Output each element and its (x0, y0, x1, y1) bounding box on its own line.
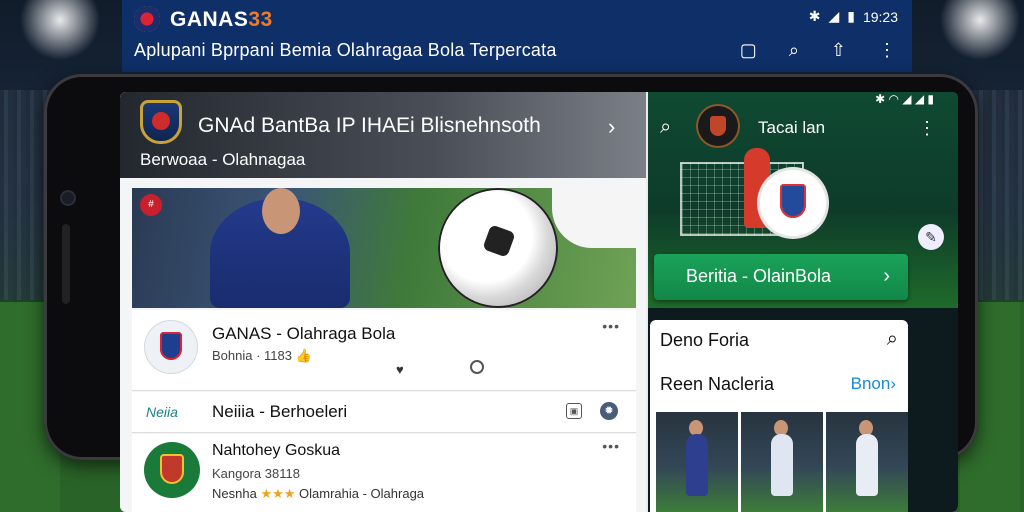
comment-icon[interactable] (470, 360, 484, 374)
bookmark-icon[interactable]: ▣ (566, 403, 582, 419)
player-thumbnail[interactable] (656, 412, 738, 512)
chat-icon[interactable]: ▢ (740, 40, 757, 61)
search-icon[interactable]: ⌕ (660, 116, 671, 139)
player-thumbnail[interactable] (826, 412, 908, 512)
see-more-label: Bnon (850, 374, 891, 393)
brand-title: GANAS33 (170, 8, 273, 32)
demo-subtitle: Reen Nacleria (660, 374, 775, 394)
chevron-right-icon: › (883, 265, 890, 287)
phone-screen: GNAd BantBa IP IHAEi Blisnehnsoth › Berw… (120, 92, 958, 512)
status-bar: ✱ ◢ ▮ 19:23 (809, 8, 898, 25)
speaker-grille (62, 224, 70, 304)
category-tag: Neiia (146, 404, 178, 420)
footer-prefix: Nesnha (212, 486, 257, 501)
match-card[interactable]: ⌕ Tacai lan ✱ ◠ ◢ ◢ ▮ ⋮ ✎ Beritia - Olai… (648, 92, 958, 308)
bluetooth-icon: ✱ (808, 8, 821, 24)
list-item-title: Neiiia - Berhoeleri (212, 402, 348, 421)
left-header-title: GNAd BantBa IP IHAEi Blisnehnsoth (198, 114, 541, 137)
cta-button[interactable]: Beritia - OlainBola › (654, 254, 908, 300)
player-head (262, 188, 300, 234)
more-vertical-icon[interactable]: ⋮ (878, 40, 896, 61)
clock: 19:23 (862, 8, 898, 25)
right-panel: ⌕ Tacai lan ✱ ◠ ◢ ◢ ▮ ⋮ ✎ Beritia - Olai… (648, 92, 958, 512)
player-kit (770, 434, 793, 496)
left-panel: GNAd BantBa IP IHAEi Blisnehnsoth › Berw… (120, 92, 646, 512)
list-item[interactable]: Neiia Neiiia - Berhoeleri ▣ ✹ (132, 392, 636, 433)
club-avatar (144, 442, 200, 498)
list-item-footer: Nesnha ★★★ Olamrahia - Olahraga (212, 486, 424, 502)
app-bar-actions: ▢ ⌕ ⇧ ⋮ (740, 40, 896, 61)
club-avatar (144, 320, 198, 374)
more-horizontal-icon[interactable]: ••• (602, 318, 620, 334)
soccer-ball-icon (438, 188, 558, 308)
app-subtitle: Aplupani Bprpani Bemia Olahragaa Bola Te… (134, 40, 557, 60)
settings-icon[interactable]: ✹ (600, 402, 618, 420)
team-emblem (760, 170, 826, 236)
search-icon[interactable]: ⌕ (887, 328, 898, 351)
demo-title: Deno Foria (660, 330, 750, 350)
list-item[interactable]: Nahtohey Goskua Kangora 38118 Nesnha ★★★… (132, 434, 636, 512)
hero-banner[interactable]: # (132, 188, 636, 308)
share-icon[interactable]: ⇧ (831, 40, 846, 61)
search-icon[interactable]: ⌕ (789, 40, 799, 61)
more-horizontal-icon[interactable]: ••• (602, 438, 620, 454)
player-thumbnails (656, 412, 908, 512)
brand-prefix: GANAS (170, 8, 249, 31)
like-icon[interactable]: ♥ (396, 362, 404, 377)
signal-icon: ◢ (828, 8, 840, 24)
player-kit (685, 434, 708, 496)
list-item-title: Nahtohey Goskua (212, 442, 341, 459)
see-more-link[interactable]: Bnon› (851, 374, 896, 394)
list-item-meta: Bohnia · 1183 👍 (212, 348, 312, 364)
thumbs-up-icon: 👍 (295, 348, 312, 363)
camera-icon (62, 192, 74, 204)
app-bar: GANAS33 ✱ ◢ ▮ 19:23 Aplupani Bprpani Bem… (122, 0, 912, 72)
club-crest-icon (140, 100, 182, 144)
list-item-meta: Kangora 38118 (212, 466, 300, 481)
cta-label: Beritia - OlainBola (686, 266, 832, 286)
status-icons: ✱ ◠ ◢ ◢ ▮ (875, 92, 934, 106)
list-item-title: GANAS - Olahraga Bola (212, 324, 396, 343)
more-vertical-icon[interactable]: ⋮ (918, 118, 936, 139)
player-thumbnail[interactable] (741, 412, 823, 512)
match-card-title: Tacai lan (758, 118, 826, 137)
left-header-subtitle: Berwoaa - Olahnagaa (140, 150, 306, 169)
chevron-right-icon[interactable]: › (608, 114, 615, 140)
edit-icon[interactable]: ✎ (918, 224, 944, 250)
rating-stars-icon: ★★★ (260, 486, 296, 501)
phone-frame: GNAd BantBa IP IHAEi Blisnehnsoth › Berw… (44, 74, 978, 512)
left-header: GNAd BantBa IP IHAEi Blisnehnsoth › Berw… (120, 92, 646, 178)
hero-badge: # (140, 194, 162, 216)
app-logo-icon (134, 6, 160, 32)
battery-icon: ▮ (847, 8, 855, 24)
team-logo-icon (696, 104, 740, 148)
player-arm (552, 188, 636, 248)
list-item-meta-text: Bohnia · 1183 (212, 348, 292, 363)
brand-suffix: 33 (248, 8, 273, 31)
demo-card: Deno Foria ⌕ Reen Nacleria Bnon› (650, 320, 908, 512)
player-kit (855, 434, 878, 496)
footer-suffix: Olamrahia - Olahraga (299, 486, 425, 501)
list-item[interactable]: GANAS - Olahraga Bola Bohnia · 1183 👍 ••… (132, 310, 636, 391)
